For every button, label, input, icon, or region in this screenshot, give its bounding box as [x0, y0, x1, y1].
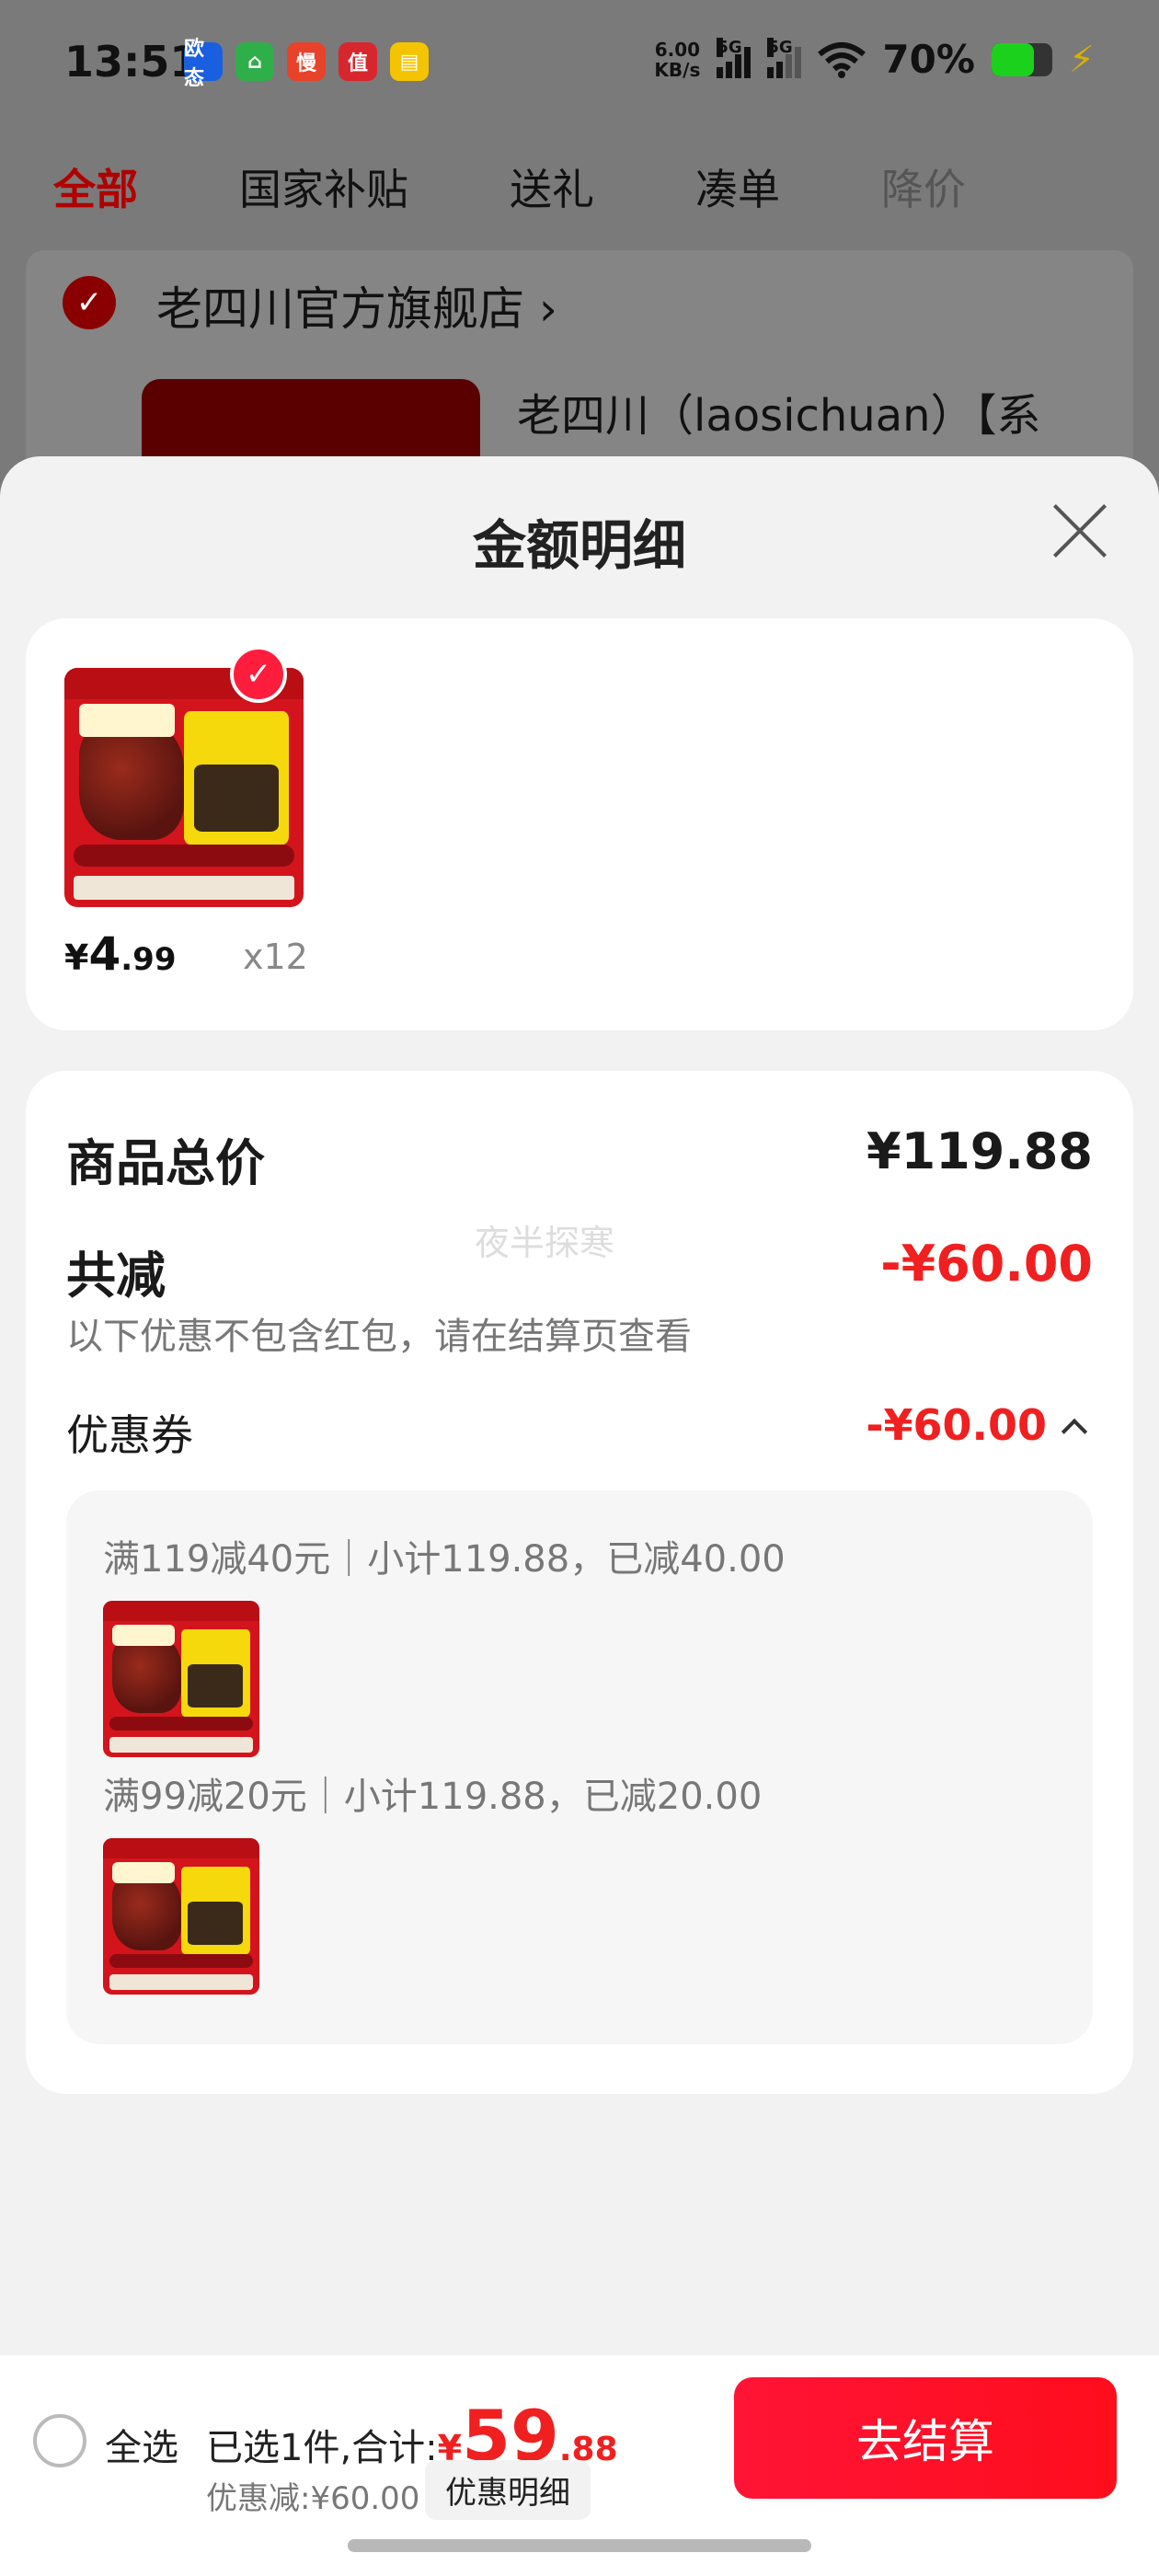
product-check-icon[interactable]: ✓ [230, 646, 287, 703]
total-int: 59 [462, 2395, 559, 2477]
battery-icon [991, 42, 1052, 76]
coupon-product-thumbnail [103, 1601, 259, 1757]
status-right: 6.00 KB/s 5G 5G 70% ⚡ [654, 37, 1095, 82]
select-all-radio[interactable] [33, 2414, 86, 2467]
notification-icons: 欧态 ⌂ 慢值 ▤ [184, 38, 429, 90]
store-check-icon[interactable]: ✓ [63, 276, 116, 329]
net-speed-unit: KB/s [654, 58, 701, 81]
chevron-right-icon: › [538, 282, 557, 336]
reduce-value: -¥60.00 [880, 1235, 1093, 1293]
checkout-button[interactable]: 去结算 [734, 2377, 1117, 2499]
coupon-label: 优惠券 [66, 1410, 193, 1460]
tab-4[interactable]: 降价 [881, 156, 966, 217]
discount-note: 以下优惠不包含红包，请在结算页查看 [66, 1316, 692, 1358]
total-value: ¥119.88 [866, 1122, 1093, 1180]
sheet-title: 金额明细 [472, 514, 686, 577]
sim1-label: 5G [717, 37, 742, 57]
background-page: 13:51 欧态 ⌂ 慢值 ▤ 6.00 KB/s 5G 5G 70% ⚡ 全部… [0, 0, 1159, 563]
store-product-title[interactable]: 老四川（laosichuan）【系 [517, 379, 1041, 443]
man-app-icon: 慢 [287, 42, 326, 81]
sim2-label: 5G [767, 37, 793, 57]
coupon-value: -¥60.00 [866, 1400, 1047, 1450]
tab-2[interactable]: 送礼 [510, 156, 594, 217]
zhi-app-icon: 值 [339, 42, 377, 81]
reduce-label: 共减 [66, 1247, 166, 1305]
home-indicator[interactable] [348, 2539, 811, 2552]
amount-detail-sheet: 金额明细 ✓ ¥4.99 x12 商品总价 ¥119.88 夜半探寒 共减 -¥… [0, 456, 1159, 2576]
total-label: 商品总价 [66, 1134, 265, 1192]
tab-3[interactable]: 凑单 [695, 156, 780, 217]
wifi-icon [818, 41, 866, 78]
coupon-list: 满119减40元｜小计119.88，已减40.00 满99减20元｜小计119.… [66, 1490, 1093, 2044]
signal-sim2-icon: 5G [767, 37, 802, 78]
store-name[interactable]: 老四川官方旗舰店 › [156, 272, 557, 339]
price-detail-card: 商品总价 ¥119.88 夜半探寒 共减 -¥60.00 以下优惠不包含红包，请… [26, 1071, 1133, 2094]
cart-tabs: 全部 国家补贴 送礼 凑单 降价 [53, 156, 1067, 217]
battery-percent: 70% [882, 37, 975, 82]
discount-detail-button[interactable]: 优惠明细 [425, 2460, 591, 2520]
select-all-label[interactable]: 全选 [105, 2418, 178, 2471]
net-speed: 6.00 KB/s [654, 40, 700, 80]
checkout-bar: 全选 已选1件,合计: ¥ 59 .88 优惠减:¥60.00 优惠明细 去结算 [0, 2355, 1159, 2576]
unit-price: ¥4.99 [64, 927, 177, 981]
notes-app-icon: ▤ [390, 42, 429, 81]
battery-level [991, 42, 1035, 76]
product-image[interactable] [64, 668, 304, 907]
watermark: 夜半探寒 [475, 1223, 615, 1263]
tab-1[interactable]: 国家补贴 [239, 156, 408, 217]
discount-info: 优惠减:¥60.00 [206, 2480, 420, 2517]
status-bar: 13:51 欧态 ⌂ 慢值 ▤ 6.00 KB/s 5G 5G 70% ⚡ [0, 0, 1159, 125]
coupon-toggle[interactable]: -¥60.00 [866, 1400, 1088, 1450]
status-time: 13:51 [64, 37, 200, 86]
oppo-app-icon: 欧态 [184, 38, 223, 90]
coupon-rule: 满99减20元｜小计119.88，已减20.00 [103, 1776, 763, 1818]
coupon-rule: 满119减40元｜小计119.88，已减40.00 [103, 1538, 786, 1581]
signal-sim1-icon: 5G [717, 37, 752, 78]
product-quantity: x12 [243, 937, 308, 977]
selected-text: 已选1件,合计: [206, 2427, 438, 2469]
chevron-up-icon [1061, 1418, 1088, 1445]
tab-0[interactable]: 全部 [53, 156, 138, 217]
home-app-icon: ⌂ [235, 42, 274, 81]
product-card: ✓ ¥4.99 x12 [26, 618, 1133, 1030]
charging-bolt-icon: ⚡ [1068, 38, 1095, 81]
coupon-product-thumbnail [103, 1838, 259, 1995]
close-icon[interactable] [1050, 502, 1107, 559]
net-speed-value: 6.00 [654, 38, 701, 61]
